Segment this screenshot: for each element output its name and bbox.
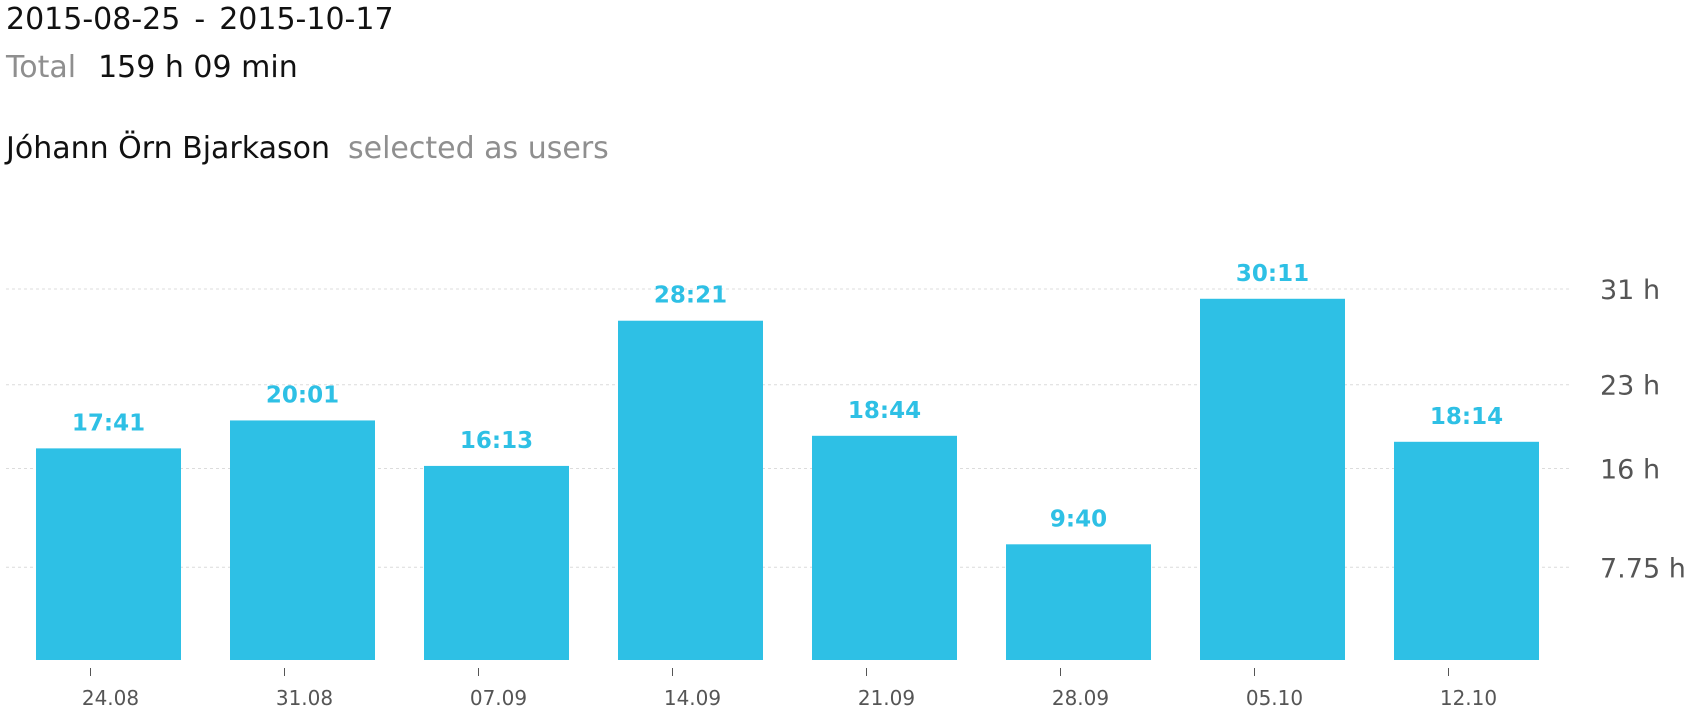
bar-value-label: 30:11 — [1236, 261, 1309, 287]
bar — [618, 320, 763, 660]
y-tick-label: 31 h — [1600, 275, 1660, 306]
y-tick-label: 23 h — [1600, 371, 1660, 402]
x-tick-label: 07.09 — [470, 686, 527, 710]
bar — [1200, 298, 1345, 660]
y-tick-label: 16 h — [1600, 455, 1660, 486]
bar — [230, 420, 375, 660]
x-tick-label: 31.08 — [276, 686, 333, 710]
x-tick-label: 28.09 — [1052, 686, 1109, 710]
bar — [36, 448, 181, 660]
x-tick-label: 12.10 — [1440, 686, 1497, 710]
bar-value-label: 16:13 — [460, 428, 533, 454]
y-tick-label: 7.75 h — [1600, 553, 1685, 584]
bar — [424, 465, 569, 660]
weekly-hours-bar-chart: 7.75 h 16 h 23 h 31 h 17:41 24.08 20:01 31.08 16… — [6, 261, 1685, 710]
x-tick-label: 24.08 — [82, 686, 139, 710]
bar-value-label: 17:41 — [72, 410, 145, 436]
bar-value-label: 20:01 — [266, 382, 339, 408]
bar — [1006, 544, 1151, 660]
bar — [812, 435, 957, 660]
bar-value-label: 18:44 — [848, 398, 921, 424]
x-tick-label: 21.09 — [858, 686, 915, 710]
x-tick-label: 05.10 — [1246, 686, 1303, 710]
bar — [1394, 441, 1539, 660]
x-tick-label: 14.09 — [664, 686, 721, 710]
bar-value-label: 9:40 — [1050, 506, 1107, 532]
bar-value-label: 28:21 — [654, 283, 727, 309]
bar-value-label: 18:14 — [1430, 404, 1503, 430]
